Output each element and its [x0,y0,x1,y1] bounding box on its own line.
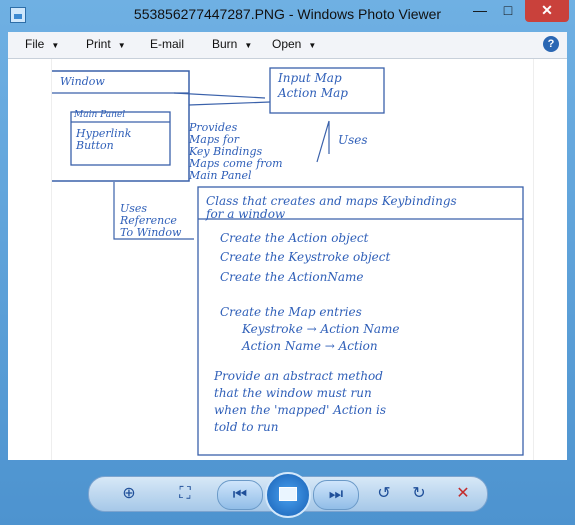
image-canvas[interactable]: Window Main Panel Hyperlink Button Input… [8,59,567,460]
slideshow-button[interactable] [265,472,311,518]
open-menu-label: Open [272,37,302,51]
viewer-toolbar: ⊕ ⛶ ⏮ ⏭ ↺ ↻ ✕ [88,472,488,518]
photo-viewer-window: 553856277447287.PNG - Windows Photo View… [0,0,575,525]
slideshow-icon [279,487,297,501]
print-menu-label: Print [86,37,111,51]
displayed-image: Window Main Panel Hyperlink Button Input… [51,59,534,460]
file-menu[interactable]: File ▼ [25,37,59,51]
uses-reference-note: Uses Reference To Window [120,203,181,239]
step-2: Create the Keystroke object [220,250,391,264]
help-icon[interactable]: ? [543,36,559,52]
button-label: Button [76,139,114,152]
step-10: told to run [214,420,279,434]
provides-note: Provides Maps for Key Bindings Maps come… [189,122,283,182]
input-map-label: Input Map [278,71,342,85]
window-label: Window [60,75,105,88]
next-icon: ⏭ [328,486,344,503]
next-button[interactable]: ⏭ [313,480,359,510]
rotate-left-icon[interactable]: ↺ [372,483,396,505]
class-title-line: for a window [206,207,286,221]
step-3: Create the ActionName [220,270,364,284]
previous-icon: ⏮ [232,486,248,503]
delete-icon[interactable]: ✕ [451,483,475,505]
open-menu[interactable]: Open ▼ [272,37,316,51]
step-1: Create the Action object [220,231,369,245]
uses-top-label: Uses [338,133,368,147]
print-menu[interactable]: Print ▼ [86,37,126,51]
fit-icon[interactable]: ⛶ [173,483,197,505]
title-bar[interactable]: 553856277447287.PNG - Windows Photo View… [0,0,575,32]
step-5: Keystroke → Action Name [242,322,400,336]
step-7: Provide an abstract method [214,369,383,383]
step-4: Create the Map entries [220,305,362,319]
uses-ref-line: To Window [120,226,182,239]
minimize-button[interactable]: — [465,0,495,22]
action-map-label: Action Map [278,86,348,100]
class-title: Class that creates and maps Keybindings … [206,195,457,221]
close-button[interactable]: ✕ [525,0,569,22]
provides-line: Main Panel [189,169,252,182]
file-menu-label: File [25,37,45,51]
step-8: that the window must run [214,386,372,400]
main-panel-label: Main Panel [74,110,126,120]
burn-menu-label: Burn [212,37,238,51]
previous-button[interactable]: ⏮ [217,480,263,510]
maximize-button[interactable]: □ [493,0,523,22]
email-button[interactable]: E-mail [150,37,184,51]
rotate-right-icon[interactable]: ↻ [407,483,431,505]
step-6: Action Name → Action [242,339,378,353]
burn-menu[interactable]: Burn ▼ [212,37,252,51]
zoom-icon[interactable]: ⊕ [117,483,141,505]
menu-bar: File ▼ Print ▼ E-mail Burn ▼ Open ▼ ? [8,32,567,59]
step-9: when the 'mapped' Action is [214,403,387,417]
